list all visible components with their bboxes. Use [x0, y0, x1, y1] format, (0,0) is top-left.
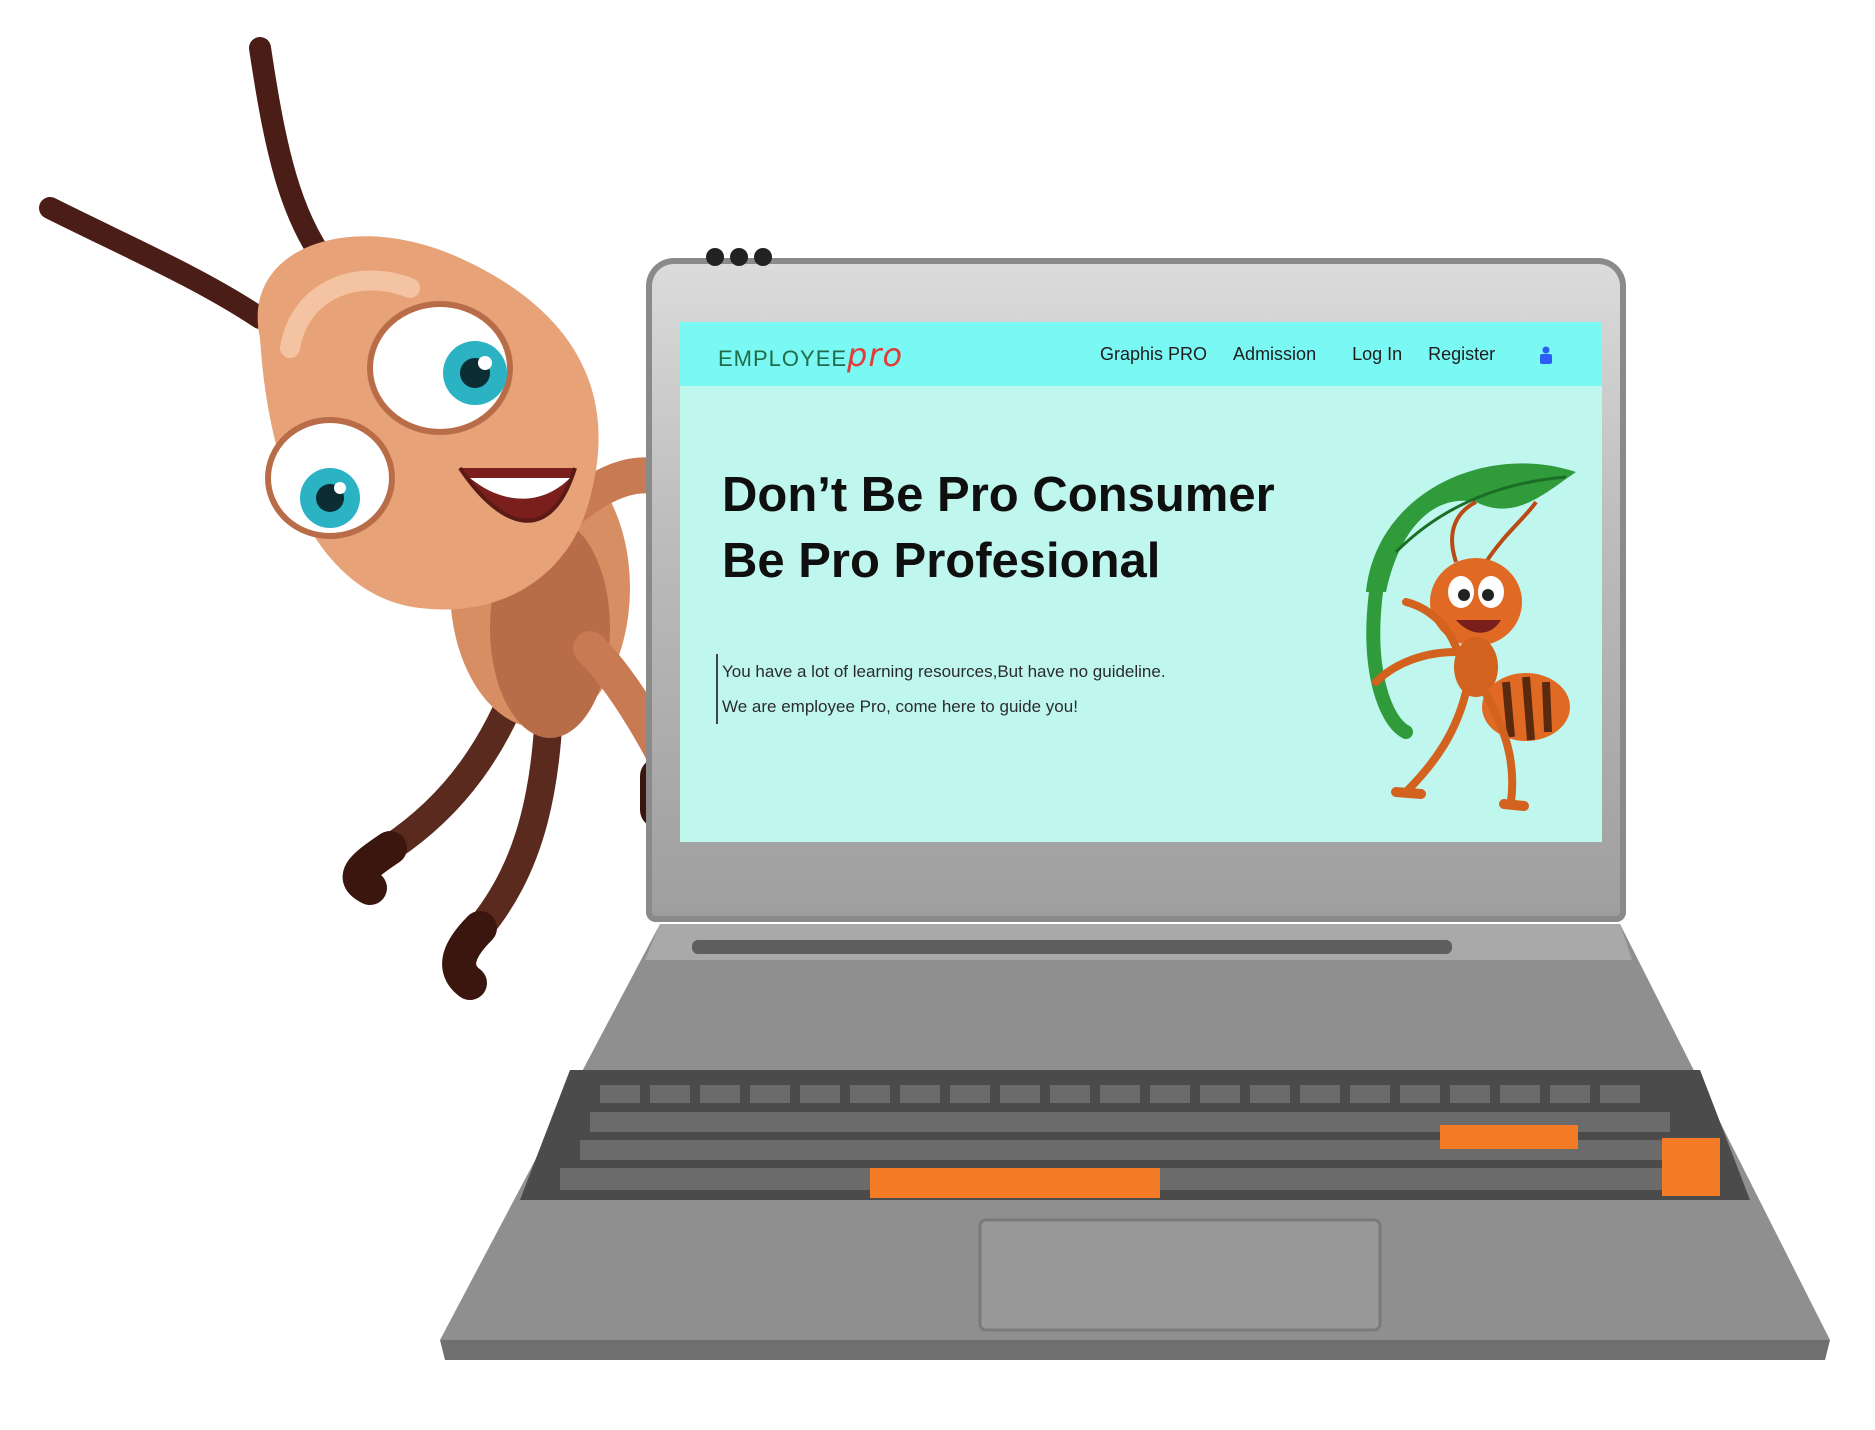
user-icon[interactable] — [1539, 346, 1553, 364]
brand-logo[interactable]: EMPLOYEEpro — [718, 336, 903, 374]
hero-title-line-2: Be Pro Profesional — [722, 534, 1161, 588]
hero-title-line-1: Don’t Be Pro Consumer — [722, 468, 1275, 522]
brand-prefix: EMPLOYEE — [718, 346, 848, 371]
webcam-icon — [706, 248, 778, 270]
nav-link-login[interactable]: Log In — [1352, 344, 1402, 365]
top-navbar: EMPLOYEEpro Graphis PRO Admission Log In… — [680, 322, 1602, 386]
hero-title: Don’t Be Pro Consumer Be Pro Profesional — [722, 462, 1342, 594]
nav-link-register[interactable]: Register — [1428, 344, 1495, 365]
brand-suffix: pro — [847, 336, 904, 374]
nav-links: Graphis PRO Admission Log In Register — [1100, 344, 1553, 365]
nav-link-admission[interactable]: Admission — [1233, 344, 1316, 365]
cartoon-ant-peeking-icon — [39, 37, 700, 1000]
laptop-scene: EMPLOYEEpro Graphis PRO Admission Log In… — [0, 0, 1875, 1430]
ant-holding-leaf-icon — [1366, 463, 1576, 811]
laptop-base — [440, 924, 1830, 1360]
hero-text-line-1: You have a lot of learning resources,But… — [722, 662, 1166, 681]
hero-description: You have a lot of learning resources,But… — [716, 654, 1242, 724]
nav-link-graphis-pro[interactable]: Graphis PRO — [1100, 344, 1207, 365]
hero-text-line-2: We are employee Pro, come here to guide … — [722, 697, 1078, 716]
